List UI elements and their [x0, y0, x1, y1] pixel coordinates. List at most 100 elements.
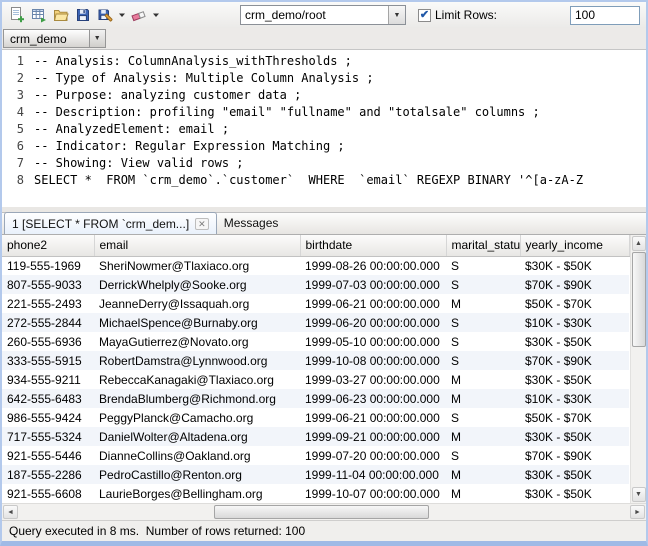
table-cell[interactable]: MichaelSpence@Burnaby.org	[94, 313, 300, 332]
connection-combo[interactable]: crm_demo/root ▼	[240, 5, 406, 25]
table-cell[interactable]: 642-555-6483	[2, 389, 94, 408]
save-icon[interactable]	[72, 4, 94, 26]
table-cell[interactable]: DianneCollins@Oakland.org	[94, 446, 300, 465]
table-cell[interactable]: 1999-06-20 00:00:00.000	[300, 313, 446, 332]
save-as-icon[interactable]	[94, 4, 116, 26]
table-row[interactable]: 333-555-5915RobertDamstra@Lynnwood.org19…	[2, 351, 629, 370]
table-cell[interactable]: $70K - $90K	[520, 275, 629, 294]
table-cell[interactable]: 717-555-5324	[2, 427, 94, 446]
horizontal-scroll-thumb[interactable]	[214, 505, 429, 519]
limit-rows-checkbox[interactable]: ✔	[418, 9, 431, 22]
table-cell[interactable]: PedroCastillo@Renton.org	[94, 465, 300, 484]
table-cell[interactable]: $30K - $50K	[520, 370, 629, 389]
limit-rows-input[interactable]	[570, 6, 640, 25]
table-cell[interactable]: S	[446, 275, 520, 294]
table-cell[interactable]: $50K - $70K	[520, 408, 629, 427]
table-cell[interactable]: 1999-11-04 00:00:00.000	[300, 465, 446, 484]
column-header-yearly_income[interactable]: yearly_income	[520, 235, 629, 256]
table-cell[interactable]: SheriNowmer@Tlaxiaco.org	[94, 256, 300, 275]
table-cell[interactable]: 921-555-5446	[2, 446, 94, 465]
chevron-down-icon[interactable]: ▼	[89, 30, 105, 47]
vertical-scroll-track[interactable]	[631, 252, 647, 486]
table-cell[interactable]: $30K - $50K	[520, 256, 629, 275]
table-cell[interactable]: 1999-03-27 00:00:00.000	[300, 370, 446, 389]
column-header-email[interactable]: email	[94, 235, 300, 256]
table-cell[interactable]: S	[446, 408, 520, 427]
table-cell[interactable]: S	[446, 446, 520, 465]
table-cell[interactable]: $30K - $50K	[520, 427, 629, 446]
table-cell[interactable]: 221-555-2493	[2, 294, 94, 313]
table-cell[interactable]: S	[446, 351, 520, 370]
scroll-down-icon[interactable]: ▼	[632, 487, 646, 502]
horizontal-scrollbar[interactable]: ◄ ►	[2, 503, 646, 520]
table-cell[interactable]: 260-555-6936	[2, 332, 94, 351]
table-cell[interactable]: 934-555-9211	[2, 370, 94, 389]
vertical-scroll-thumb[interactable]	[632, 252, 646, 347]
table-cell[interactable]: M	[446, 389, 520, 408]
table-cell[interactable]: 119-555-1969	[2, 256, 94, 275]
table-cell[interactable]: 1999-07-20 00:00:00.000	[300, 446, 446, 465]
table-cell[interactable]: 333-555-5915	[2, 351, 94, 370]
table-cell[interactable]: 1999-10-07 00:00:00.000	[300, 484, 446, 503]
table-cell[interactable]: M	[446, 370, 520, 389]
table-cell[interactable]: S	[446, 256, 520, 275]
table-row[interactable]: 119-555-1969SheriNowmer@Tlaxiaco.org1999…	[2, 256, 629, 275]
table-row[interactable]: 187-555-2286PedroCastillo@Renton.org1999…	[2, 465, 629, 484]
table-cell[interactable]: 986-555-9424	[2, 408, 94, 427]
results-tab-messages[interactable]: Messages	[217, 212, 286, 234]
table-cell[interactable]: BrendaBlumberg@Richmond.org	[94, 389, 300, 408]
table-cell[interactable]: $70K - $90K	[520, 351, 629, 370]
table-cell[interactable]: $50K - $70K	[520, 294, 629, 313]
table-cell[interactable]: 921-555-6608	[2, 484, 94, 503]
table-cell[interactable]: RobertDamstra@Lynnwood.org	[94, 351, 300, 370]
table-row[interactable]: 260-555-6936MayaGutierrez@Novato.org1999…	[2, 332, 629, 351]
scroll-left-icon[interactable]: ◄	[3, 505, 18, 519]
table-cell[interactable]: DanielWolter@Altadena.org	[94, 427, 300, 446]
table-cell[interactable]: MayaGutierrez@Novato.org	[94, 332, 300, 351]
table-row[interactable]: 934-555-9211RebeccaKanagaki@Tlaxiaco.org…	[2, 370, 629, 389]
table-cell[interactable]: $30K - $50K	[520, 465, 629, 484]
table-cell[interactable]: 1999-06-21 00:00:00.000	[300, 294, 446, 313]
table-cell[interactable]: 1999-07-03 00:00:00.000	[300, 275, 446, 294]
table-cell[interactable]: $70K - $90K	[520, 446, 629, 465]
table-cell[interactable]: 1999-06-23 00:00:00.000	[300, 389, 446, 408]
column-header-marital_status[interactable]: marital_status	[446, 235, 520, 256]
table-cell[interactable]: 1999-06-21 00:00:00.000	[300, 408, 446, 427]
editor-tab-selector[interactable]: crm_demo ▼	[3, 29, 106, 48]
chevron-down-icon[interactable]: ▼	[388, 6, 405, 24]
run-dropdown-icon[interactable]	[116, 4, 128, 26]
table-cell[interactable]: 807-555-9033	[2, 275, 94, 294]
table-cell[interactable]: 187-555-2286	[2, 465, 94, 484]
close-icon[interactable]: ✕	[195, 218, 209, 230]
table-row[interactable]: 642-555-6483BrendaBlumberg@Richmond.org1…	[2, 389, 629, 408]
clear-icon[interactable]	[128, 4, 150, 26]
sql-editor[interactable]: 1-- Analysis: ColumnAnalysis_withThresho…	[2, 49, 646, 207]
table-row[interactable]: 272-555-2844MichaelSpence@Burnaby.org199…	[2, 313, 629, 332]
export-icon[interactable]	[28, 4, 50, 26]
table-row[interactable]: 921-555-6608LaurieBorges@Bellingham.org1…	[2, 484, 629, 503]
vertical-scrollbar[interactable]: ▲ ▼	[630, 235, 647, 503]
new-sql-icon[interactable]	[6, 4, 28, 26]
table-cell[interactable]: S	[446, 332, 520, 351]
table-cell[interactable]: M	[446, 427, 520, 446]
table-row[interactable]: 717-555-5324DanielWolter@Altadena.org199…	[2, 427, 629, 446]
table-cell[interactable]: $10K - $30K	[520, 313, 629, 332]
table-cell[interactable]: $10K - $30K	[520, 389, 629, 408]
table-cell[interactable]: M	[446, 294, 520, 313]
table-cell[interactable]: 272-555-2844	[2, 313, 94, 332]
table-cell[interactable]: 1999-10-08 00:00:00.000	[300, 351, 446, 370]
table-row[interactable]: 807-555-9033DerrickWhelply@Sooke.org1999…	[2, 275, 629, 294]
column-header-phone2[interactable]: phone2	[2, 235, 94, 256]
table-cell[interactable]: 1999-09-21 00:00:00.000	[300, 427, 446, 446]
table-cell[interactable]: JeanneDerry@Issaquah.org	[94, 294, 300, 313]
clear-dropdown-icon[interactable]	[150, 4, 162, 26]
table-row[interactable]: 921-555-5446DianneCollins@Oakland.org199…	[2, 446, 629, 465]
table-row[interactable]: 986-555-9424PeggyPlanck@Camacho.org1999-…	[2, 408, 629, 427]
table-cell[interactable]: 1999-08-26 00:00:00.000	[300, 256, 446, 275]
table-cell[interactable]: M	[446, 484, 520, 503]
open-folder-icon[interactable]	[50, 4, 72, 26]
results-tab-query[interactable]: 1 [SELECT * FROM `crm_dem...] ✕	[4, 212, 217, 234]
table-cell[interactable]: $30K - $50K	[520, 332, 629, 351]
table-cell[interactable]: LaurieBorges@Bellingham.org	[94, 484, 300, 503]
table-cell[interactable]: 1999-05-10 00:00:00.000	[300, 332, 446, 351]
